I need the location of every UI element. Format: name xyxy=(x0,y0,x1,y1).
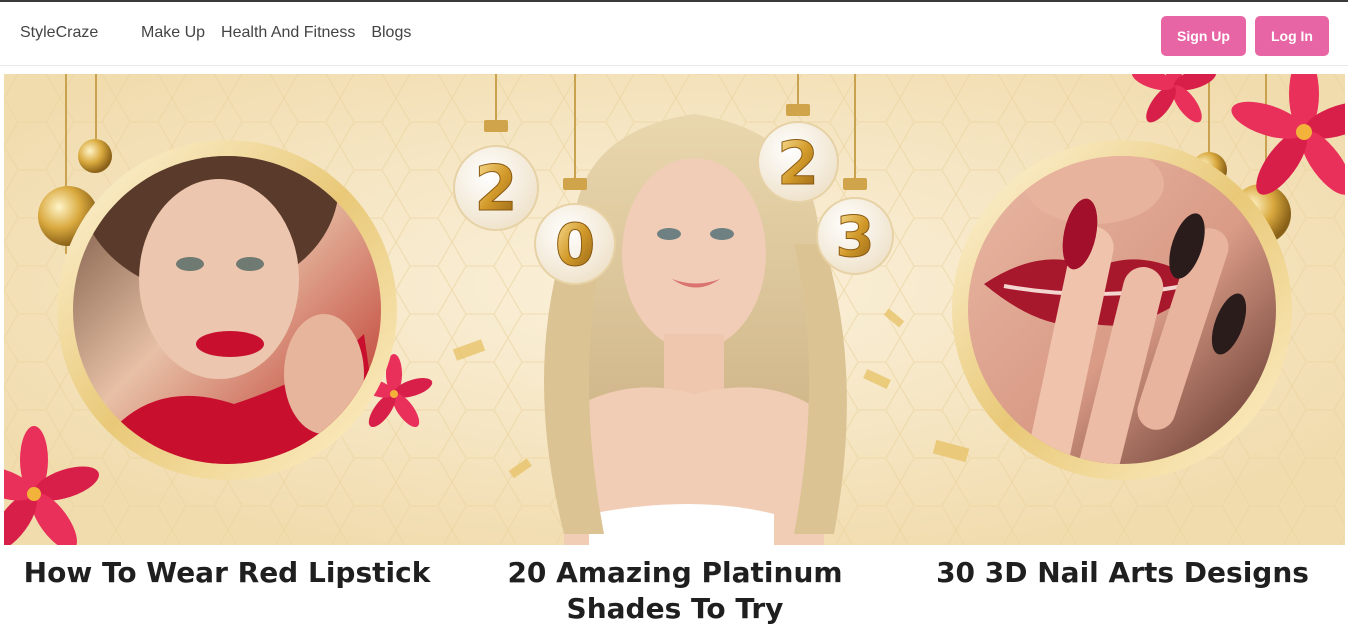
article-title-nail-arts[interactable]: 30 3D Nail Arts Designs xyxy=(930,555,1315,591)
navbar: StyleCraze Make Up Health And Fitness Bl… xyxy=(0,2,1348,66)
year-digit-3: 2 xyxy=(777,129,819,199)
nav-link-health-and-fitness[interactable]: Health And Fitness xyxy=(221,24,355,42)
sign-up-button[interactable]: Sign Up xyxy=(1161,16,1246,56)
year-digit-1: 2 xyxy=(474,152,517,225)
brand-logo[interactable]: StyleCraze xyxy=(20,24,98,42)
auth-buttons: Sign Up Log In xyxy=(1161,16,1329,56)
log-in-button[interactable]: Log In xyxy=(1255,16,1329,56)
article-title-platinum-shades[interactable]: 20 Amazing Platinum Shades To Try xyxy=(455,555,895,625)
main-nav: Make Up Health And Fitness Blogs xyxy=(141,24,411,42)
nav-link-make-up[interactable]: Make Up xyxy=(141,24,205,42)
nav-link-blogs[interactable]: Blogs xyxy=(371,24,411,42)
year-digit-4: 3 xyxy=(836,205,875,270)
article-captions: How To Wear Red Lipstick 20 Amazing Plat… xyxy=(0,548,1348,625)
hero-illustration: 2 0 2 3 xyxy=(4,74,1345,545)
article-title-red-lipstick[interactable]: How To Wear Red Lipstick xyxy=(20,555,434,591)
year-digit-2: 0 xyxy=(555,211,595,279)
hero-banner[interactable]: 2 0 2 3 xyxy=(4,74,1345,545)
